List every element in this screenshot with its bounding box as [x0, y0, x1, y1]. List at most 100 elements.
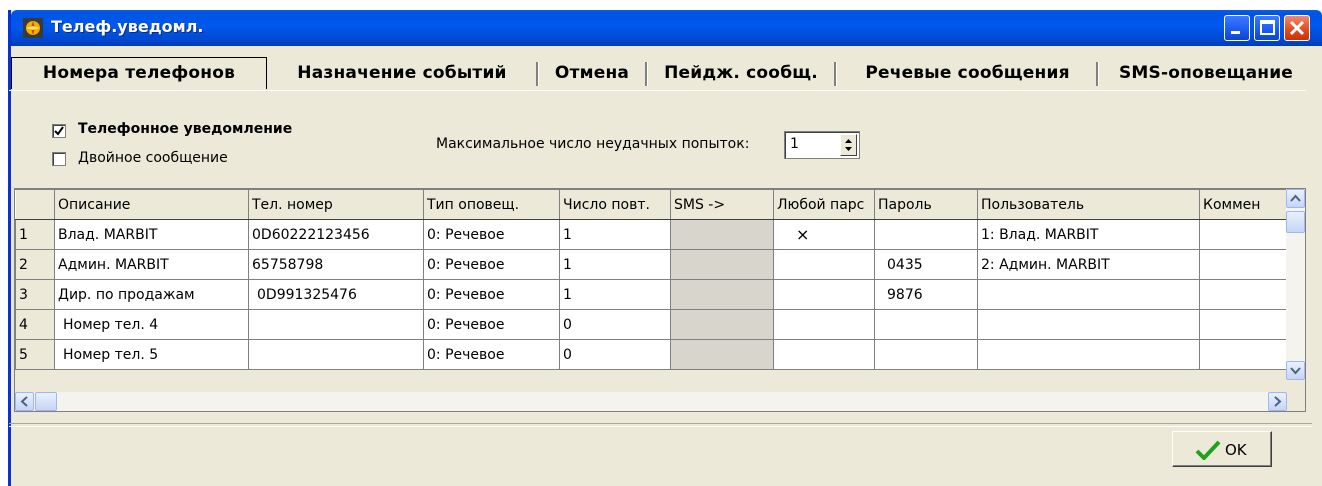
cell-user[interactable] [977, 309, 1200, 340]
column-header-notify-type[interactable]: Тип оповещ. [423, 189, 560, 220]
cell-repeats[interactable]: 1 [559, 249, 671, 280]
cell-sms [670, 219, 774, 250]
table-row[interactable]: 1 Влад. MARBIT 0D60222123456 0: Речевое … [15, 219, 1288, 250]
cell-phone[interactable] [248, 309, 424, 340]
ok-button[interactable]: OK [1172, 431, 1272, 467]
cell-user[interactable] [977, 279, 1200, 310]
cell-password[interactable]: 9876 [874, 279, 978, 310]
cell-description[interactable]: Админ. MARBIT [54, 249, 249, 280]
minimize-icon [1231, 31, 1240, 34]
row-number: 3 [15, 279, 55, 310]
cell-user[interactable]: 2: Админ. MARBIT [977, 249, 1200, 280]
double-message-checkbox[interactable] [52, 152, 66, 166]
cell-user[interactable] [977, 339, 1200, 370]
column-header-phone[interactable]: Тел. номер [248, 189, 424, 220]
cell-notify-type[interactable]: 0: Речевое [423, 219, 560, 250]
close-icon [1289, 20, 1305, 36]
column-header-password[interactable]: Пароль [874, 189, 978, 220]
vertical-scrollbar[interactable] [1286, 189, 1305, 380]
tab-separator [1096, 62, 1099, 86]
cell-comment[interactable] [1199, 219, 1288, 250]
cell-phone[interactable]: 0D991325476 [248, 279, 424, 310]
scroll-down-button[interactable] [1286, 361, 1305, 380]
cell-notify-type[interactable]: 0: Речевое [423, 279, 560, 310]
row-number: 2 [15, 249, 55, 280]
cell-any-password[interactable] [773, 249, 875, 280]
cell-comment[interactable] [1199, 339, 1288, 370]
scroll-up-button[interactable] [1286, 189, 1305, 208]
max-attempts-label: Максимальное число неудачных попыток: [436, 136, 750, 152]
tab-separator [645, 62, 648, 86]
cell-comment[interactable] [1199, 279, 1288, 310]
maximize-button[interactable] [1254, 15, 1280, 41]
minimize-button[interactable] [1224, 15, 1250, 41]
chevron-right-icon [1274, 396, 1282, 407]
column-header-comment[interactable]: Коммен [1199, 189, 1288, 220]
phone-notification-checkbox[interactable] [52, 124, 66, 138]
cell-repeats[interactable]: 0 [559, 339, 671, 370]
cell-any-password[interactable] [773, 339, 875, 370]
horizontal-scroll-thumb[interactable] [35, 392, 57, 411]
cell-description[interactable]: Номер тел. 4 [54, 309, 249, 340]
cell-any-password[interactable]: × [773, 219, 875, 250]
table-row[interactable]: 3 Дир. по продажам 0D991325476 0: Речево… [15, 279, 1288, 310]
cell-comment[interactable] [1199, 309, 1288, 340]
cell-sms [670, 279, 774, 310]
cell-notify-type[interactable]: 0: Речевое [423, 309, 560, 340]
cell-password[interactable] [874, 309, 978, 340]
max-attempts-value: 1 [790, 136, 799, 152]
max-attempts-spinner[interactable]: 1 [784, 131, 860, 159]
footer-divider [9, 423, 1312, 427]
cell-phone[interactable]: 0D60222123456 [248, 219, 424, 250]
cell-password[interactable]: 0435 [874, 249, 978, 280]
column-header-user[interactable]: Пользователь [977, 189, 1200, 220]
tab-event-assignment[interactable]: Назначение событий [271, 58, 533, 88]
cell-any-password[interactable] [773, 279, 875, 310]
scroll-left-button[interactable] [15, 392, 34, 411]
row-number: 1 [15, 219, 55, 250]
phone-table: Описание Тел. номер Тип оповещ. Число по… [15, 189, 1288, 370]
column-header-sms[interactable]: SMS -> [670, 189, 774, 220]
cell-repeats[interactable]: 1 [559, 279, 671, 310]
cell-description[interactable]: Влад. MARBIT [54, 219, 249, 250]
double-message-label: Двойное сообщение [78, 150, 228, 166]
column-header-repeats[interactable]: Число повт. [559, 189, 671, 220]
table-row[interactable]: 2 Админ. MARBIT 65758798 0: Речевое 1 04… [15, 249, 1288, 280]
column-header-any-password[interactable]: Любой парс [773, 189, 875, 220]
tab-pager-messages[interactable]: Пейдж. сообщ. [651, 58, 831, 88]
vertical-scroll-thumb[interactable] [1286, 211, 1305, 233]
cell-phone[interactable]: 65758798 [248, 249, 424, 280]
tab-phone-numbers[interactable]: Номера телефонов [11, 57, 267, 89]
cell-notify-type[interactable]: 0: Речевое [423, 249, 560, 280]
ok-label: OK [1225, 441, 1247, 459]
cell-password[interactable] [874, 339, 978, 370]
tab-cancel[interactable]: Отмена [542, 58, 642, 88]
chevron-left-icon [20, 396, 28, 407]
row-number: 5 [15, 339, 55, 370]
tab-voice-messages[interactable]: Речевые сообщения [840, 58, 1095, 88]
title-bar[interactable]: Телеф.уведомл. [11, 10, 1322, 46]
tab-sms-notification[interactable]: SMS-оповещание [1101, 58, 1311, 88]
cell-phone[interactable] [248, 339, 424, 370]
cell-password[interactable] [874, 219, 978, 250]
cell-comment[interactable] [1199, 249, 1288, 280]
cell-description[interactable]: Номер тел. 5 [54, 339, 249, 370]
cell-repeats[interactable]: 1 [559, 219, 671, 250]
cell-user[interactable]: 1: Влад. MARBIT [977, 219, 1200, 250]
chevron-down-icon [1290, 367, 1301, 375]
cell-description[interactable]: Дир. по продажам [54, 279, 249, 310]
table-row[interactable]: 4 Номер тел. 4 0: Речевое 0 [15, 309, 1288, 340]
row-number: 4 [15, 309, 55, 340]
cell-notify-type[interactable]: 0: Речевое [423, 339, 560, 370]
close-button[interactable] [1284, 15, 1310, 41]
cell-repeats[interactable]: 0 [559, 309, 671, 340]
spinner-buttons[interactable] [840, 134, 857, 156]
column-header-description[interactable]: Описание [54, 189, 249, 220]
phone-notification-label: Телефонное уведомление [78, 121, 293, 137]
table-row[interactable]: 5 Номер тел. 5 0: Речевое 0 [15, 339, 1288, 370]
column-header [15, 189, 55, 220]
horizontal-scrollbar[interactable] [15, 392, 1287, 411]
scroll-right-button[interactable] [1268, 392, 1287, 411]
cell-any-password[interactable] [773, 309, 875, 340]
cell-sms [670, 309, 774, 340]
